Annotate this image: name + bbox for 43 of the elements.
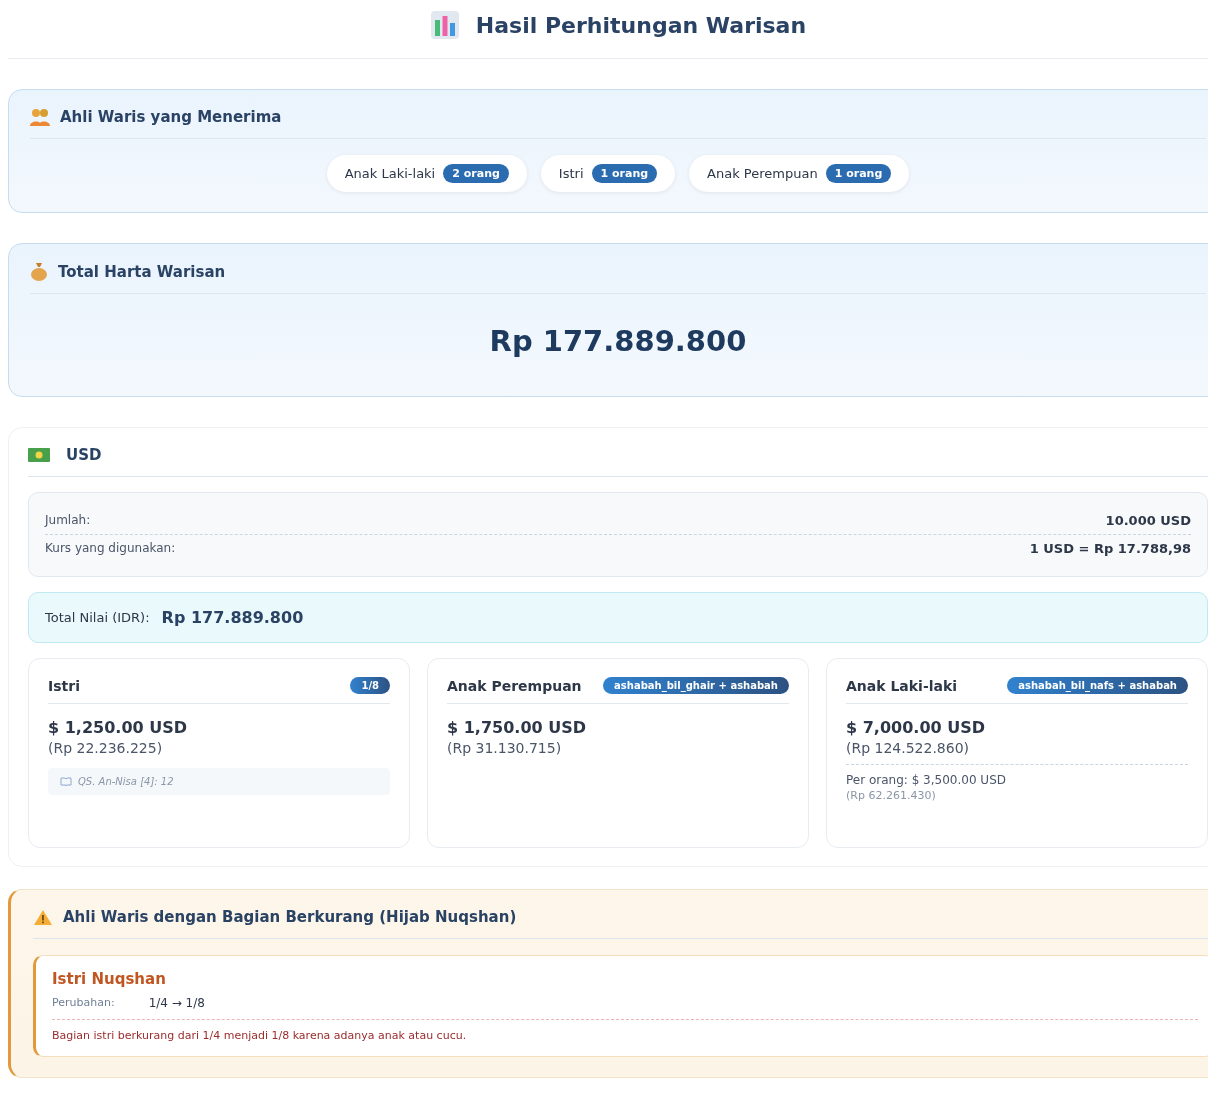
change-value: 1/4 → 1/8 xyxy=(148,996,205,1010)
reduction-note: Bagian istri berkurang dari 1/4 menjadi 1/8 karena adanya anak atau cucu. xyxy=(52,1029,468,1042)
usd-amount: $ 7,000.00 USD xyxy=(846,718,987,737)
field-label: Kurs yang digunakan: xyxy=(45,541,176,556)
field-value: 1 USD = Rp 17.788,98 xyxy=(1029,541,1191,556)
people-icon xyxy=(30,108,50,126)
count-badge: 1 orang xyxy=(825,164,892,183)
reduction-title: Istri Nuqshan xyxy=(52,970,167,988)
field-label: Jumlah: xyxy=(45,513,91,528)
section-heading: Ahli Waris dengan Bagian Berkurang (Hijab Nuqshan) xyxy=(63,908,517,926)
money-bag-icon xyxy=(30,262,48,281)
idr-amount: (Rp 31.130.715) xyxy=(447,740,563,756)
warning-icon xyxy=(33,908,53,926)
idr-amount: (Rp 22.236.225) xyxy=(48,740,164,756)
count-badge: 2 orang xyxy=(443,164,509,183)
count-badge: 1 orang xyxy=(591,164,658,183)
section-heading: Ahli Waris yang Menerima xyxy=(60,108,282,126)
section-heading: Total Harta Warisan xyxy=(58,262,226,281)
banknote-icon xyxy=(28,448,50,462)
share-badge: 1/8 xyxy=(350,677,390,694)
total-amount: Rp 177.889.800 xyxy=(488,323,748,360)
page-title: Hasil Perhitungan Warisan xyxy=(475,12,807,38)
usd-amount: $ 1,750.00 USD xyxy=(447,718,588,737)
heir-name: Anak Laki-laki xyxy=(846,677,958,694)
idr-amount: (Rp 124.522.860) xyxy=(846,740,971,756)
section-heading: USD xyxy=(66,446,102,464)
total-label: Total Nilai (IDR): xyxy=(45,610,150,625)
change-label: Perubahan: xyxy=(52,996,115,1010)
heir-name: Istri xyxy=(558,166,584,181)
total-value: Rp 177.889.800 xyxy=(161,608,304,627)
heir-name: Anak Laki-laki xyxy=(344,166,436,181)
field-value: 10.000 USD xyxy=(1105,513,1191,528)
per-person-amount: Per orang: $ 3,500.00 USD xyxy=(846,773,1007,787)
heir-name: Istri xyxy=(48,677,80,694)
bar-chart-icon xyxy=(429,10,460,40)
book-icon xyxy=(60,777,72,786)
per-person-idr: (Rp 62.261.430) xyxy=(846,789,937,802)
heir-name: Anak Perempuan xyxy=(707,166,818,181)
heir-name: Anak Perempuan xyxy=(447,677,582,694)
verse-reference: QS. An-Nisa [4]: 12 xyxy=(78,776,174,787)
share-badge: ashabah_bil_nafs + ashabah xyxy=(1007,677,1188,694)
share-badge: ashabah_bil_ghair + ashabah xyxy=(603,677,789,694)
usd-amount: $ 1,250.00 USD xyxy=(48,718,189,737)
